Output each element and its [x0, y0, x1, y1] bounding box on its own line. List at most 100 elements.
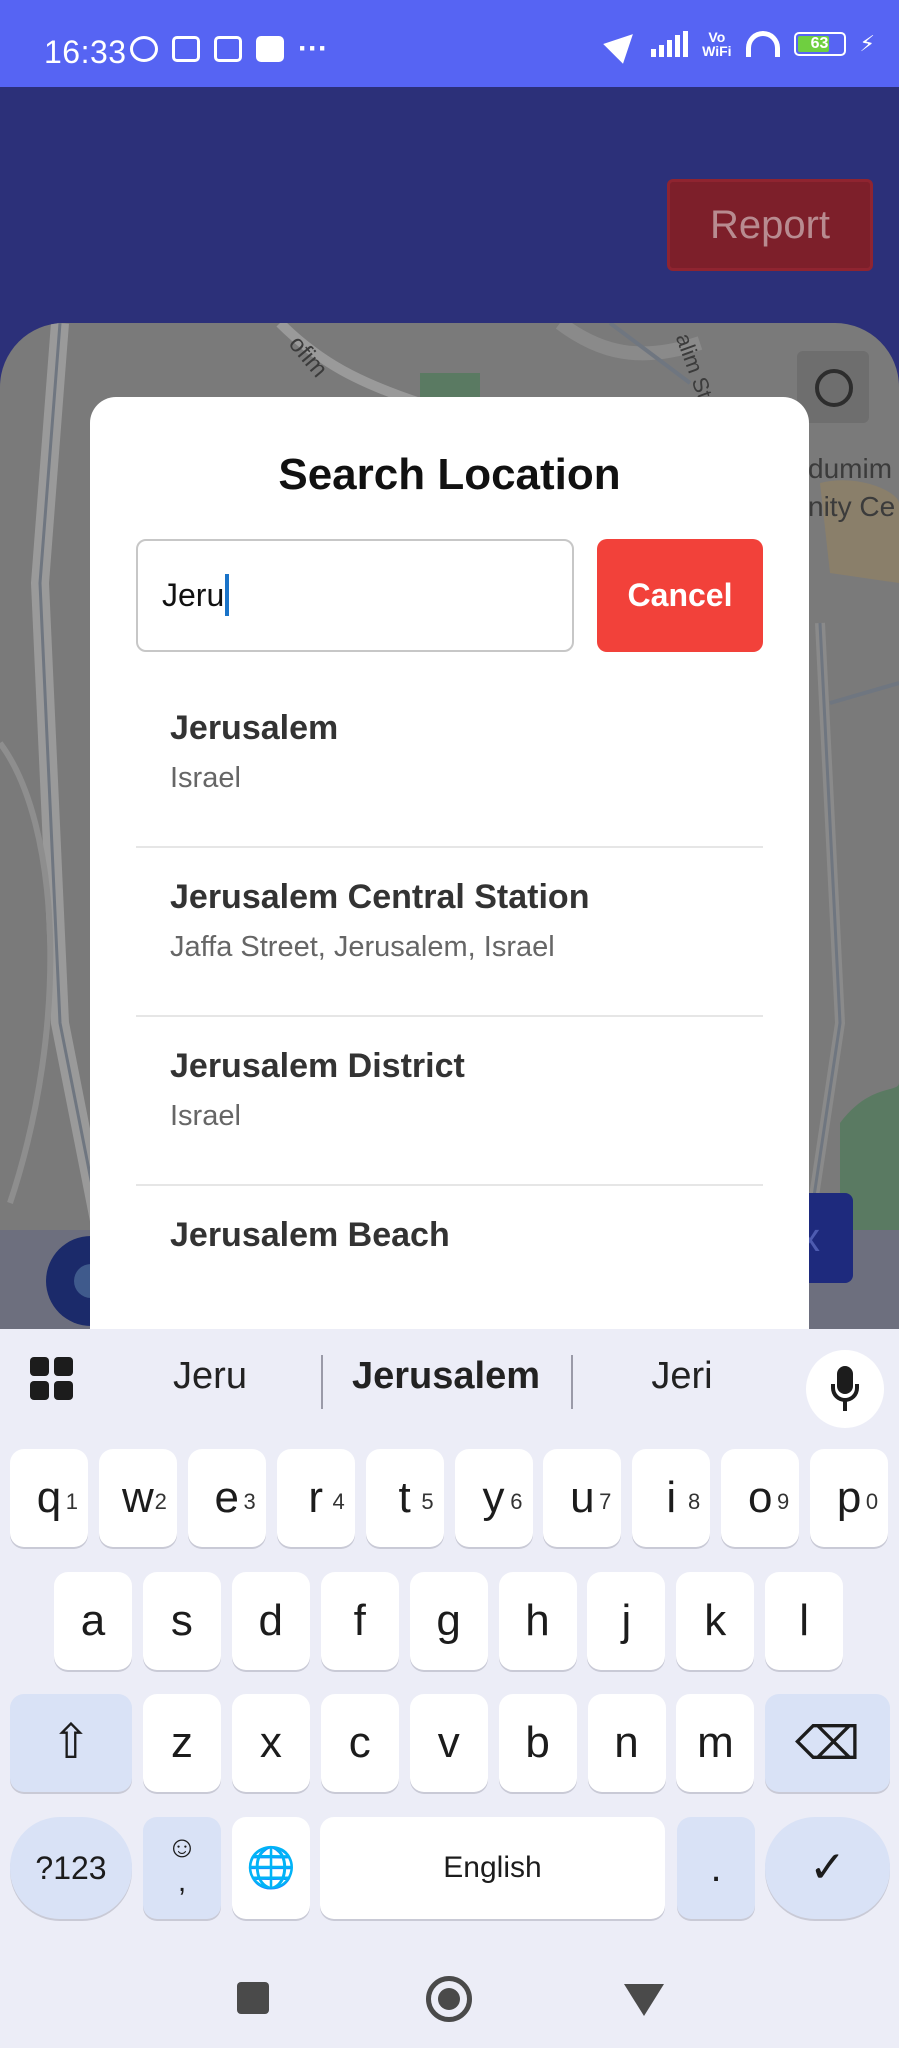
map-label-place-2: nity Ce [808, 491, 896, 522]
key-hint: 7 [599, 1489, 612, 1514]
key-b[interactable]: b [498, 1694, 577, 1792]
key-label: q [36, 1473, 62, 1522]
my-location-button[interactable] [797, 351, 869, 423]
key-j[interactable]: j [587, 1572, 666, 1670]
status-notification-icons: ··· [130, 32, 328, 65]
language-key[interactable]: 🌐 [232, 1817, 310, 1919]
suggestion-strip: Jeru Jerusalem Jeri [0, 1329, 899, 1429]
suggestion-1[interactable]: Jeru [95, 1355, 325, 1398]
signal-icon [651, 31, 689, 57]
emoji-comma-key[interactable]: ☺ , [143, 1817, 221, 1919]
battery-level: 63 [810, 35, 829, 52]
report-button[interactable]: Report [667, 179, 873, 271]
key-m[interactable]: m [676, 1694, 755, 1792]
key-p[interactable]: p0 [810, 1449, 889, 1547]
apps-grid-icon[interactable] [30, 1357, 74, 1401]
key-label: m [697, 1718, 734, 1767]
status-system-icons: Vo WiFi 63 ⚡ [603, 24, 875, 64]
key-w[interactable]: w2 [98, 1449, 177, 1547]
backspace-key[interactable]: ⌫ [765, 1694, 890, 1792]
key-label: y [482, 1473, 505, 1522]
key-z[interactable]: z [143, 1694, 221, 1792]
key-q[interactable]: q1 [10, 1449, 88, 1547]
location-search-input[interactable]: Jeru [136, 539, 574, 652]
more-notifications-icon: ··· [298, 32, 328, 65]
vowifi-bottom-text: WiFi [702, 43, 732, 59]
key-label: p [836, 1473, 862, 1522]
key-d[interactable]: d [231, 1572, 310, 1670]
key-u[interactable]: u7 [543, 1449, 622, 1547]
space-key-label: English [443, 1851, 542, 1884]
key-v[interactable]: v [409, 1694, 488, 1792]
key-e[interactable]: e3 [187, 1449, 266, 1547]
recents-icon[interactable] [237, 1982, 269, 2014]
key-label: t [398, 1473, 411, 1522]
home-icon[interactable] [426, 1976, 472, 2022]
key-i[interactable]: i8 [632, 1449, 711, 1547]
period-label: . [710, 1846, 722, 1890]
key-label: x [259, 1718, 282, 1767]
shift-icon: ⇧ [50, 1716, 92, 1769]
key-label: c [348, 1718, 371, 1767]
key-label: a [80, 1596, 106, 1645]
key-o[interactable]: o9 [721, 1449, 800, 1547]
period-key[interactable]: . [677, 1817, 755, 1919]
back-icon[interactable] [624, 1984, 664, 2016]
microphone-icon[interactable] [806, 1350, 884, 1428]
key-hint: 4 [332, 1489, 345, 1514]
battery-icon: 63 [793, 32, 846, 56]
search-results-list: Jerusalem Israel Jerusalem Central Stati… [136, 679, 763, 1355]
backspace-icon: ⌫ [794, 1717, 861, 1769]
space-key[interactable]: English [320, 1817, 665, 1919]
key-c[interactable]: c [320, 1694, 399, 1792]
status-bar: 16:33 ··· Vo WiFi 63 ⚡ [0, 0, 899, 87]
key-s[interactable]: s [142, 1572, 221, 1670]
key-label: s [170, 1596, 193, 1645]
key-label: o [747, 1473, 773, 1522]
symbols-key[interactable]: ?123 [10, 1817, 132, 1919]
key-hint: 5 [421, 1489, 434, 1514]
key-label: d [258, 1596, 284, 1645]
enter-key[interactable]: ✓ [765, 1817, 890, 1919]
key-hint: 2 [154, 1489, 167, 1514]
key-f[interactable]: f [320, 1572, 399, 1670]
vowifi-icon: Vo WiFi [702, 30, 731, 58]
search-result-item[interactable]: Jerusalem Israel [136, 679, 763, 848]
key-label: i [666, 1473, 677, 1522]
gmail-icon [214, 36, 242, 62]
result-name: Jerusalem Beach [170, 1216, 450, 1254]
shift-key[interactable]: ⇧ [10, 1694, 132, 1792]
suggestion-2[interactable]: Jerusalem [331, 1355, 561, 1398]
key-label: h [525, 1596, 550, 1645]
key-k[interactable]: k [676, 1572, 755, 1670]
cancel-button[interactable]: Cancel [597, 539, 763, 652]
key-label: n [614, 1718, 639, 1767]
key-x[interactable]: x [231, 1694, 310, 1792]
system-nav-bar [0, 1940, 899, 2048]
key-n[interactable]: n [587, 1694, 666, 1792]
key-r[interactable]: r4 [276, 1449, 355, 1547]
key-hint: 3 [243, 1489, 256, 1514]
key-label: k [704, 1596, 727, 1645]
upload-icon [256, 36, 284, 62]
key-t[interactable]: t5 [365, 1449, 444, 1547]
key-g[interactable]: g [409, 1572, 488, 1670]
key-label: u [570, 1473, 595, 1522]
result-subtitle: Jaffa Street, Jerusalem, Israel [170, 931, 555, 963]
key-a[interactable]: a [54, 1572, 132, 1670]
comma-label: , [177, 1865, 187, 1898]
key-y[interactable]: y6 [454, 1449, 533, 1547]
key-label: j [621, 1596, 632, 1645]
search-result-item[interactable]: Jerusalem District Israel [136, 1017, 763, 1186]
key-label: b [525, 1718, 550, 1767]
result-subtitle: Israel [170, 1100, 241, 1132]
search-result-item[interactable]: Jerusalem Central Station Jaffa Street, … [136, 848, 763, 1017]
key-h[interactable]: h [498, 1572, 577, 1670]
charging-icon: ⚡ [859, 31, 875, 56]
key-l[interactable]: l [765, 1572, 844, 1670]
emoji-icon: ☺ [166, 1831, 198, 1864]
map-label-place-1: dumim [808, 453, 893, 484]
key-label: v [437, 1718, 460, 1767]
suggestion-3[interactable]: Jeri [567, 1355, 797, 1398]
checkmark-icon: ✓ [809, 1843, 846, 1892]
